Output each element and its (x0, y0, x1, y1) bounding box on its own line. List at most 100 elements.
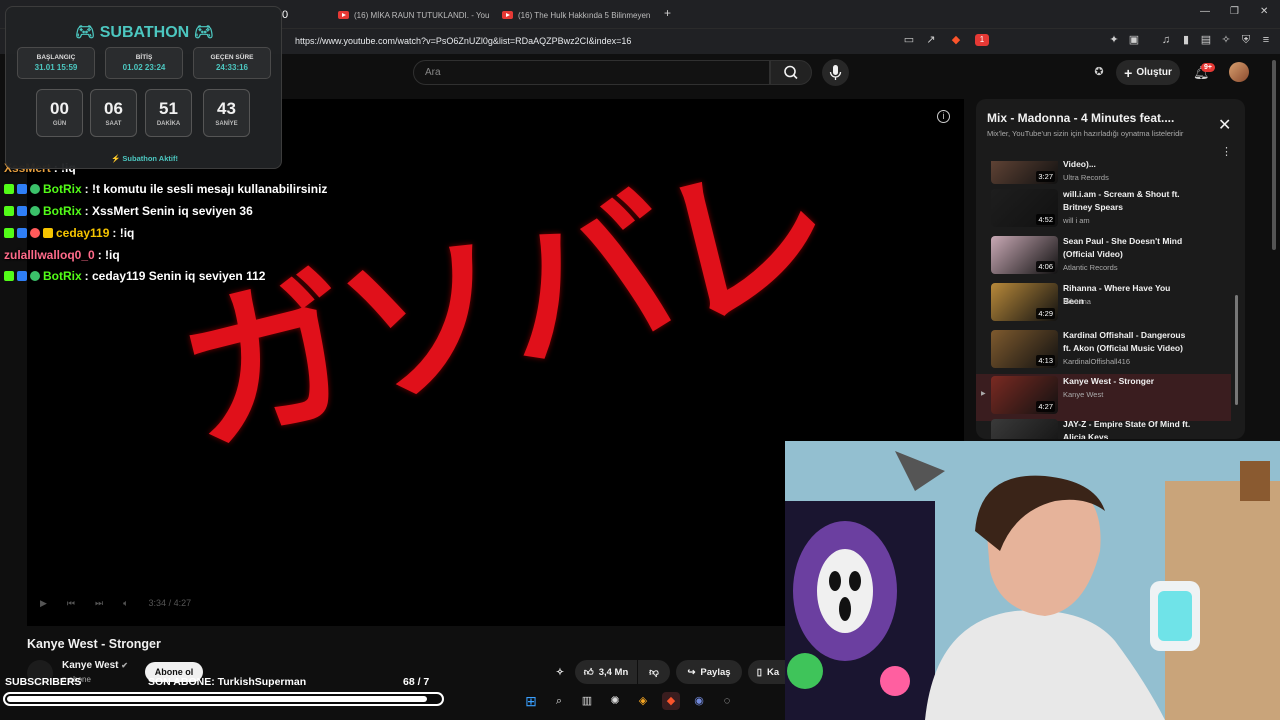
chat-username[interactable]: BotRix (43, 204, 82, 218)
previous-icon[interactable]: ⏮ (67, 598, 75, 609)
create-label: Oluştur (1136, 67, 1172, 78)
chat-text: : XssMert Senin iq seviyen 36 (84, 204, 253, 218)
video-thumbnail: 4:13 (991, 330, 1058, 368)
chat-text: : !iq (112, 226, 135, 240)
chat-username[interactable]: BotRix (43, 182, 82, 196)
sidebar-icon[interactable]: ▮ (1180, 34, 1192, 46)
like-count: 3,4 Mn (598, 666, 629, 678)
next-icon[interactable]: ⏭ (95, 598, 103, 609)
search-input[interactable]: Ara (413, 60, 770, 85)
chat-username[interactable]: ceday119 (56, 226, 109, 240)
capture-icon[interactable]: ▣ (1128, 34, 1140, 46)
avatar[interactable] (1229, 62, 1249, 82)
tool-badge-icon (17, 228, 27, 238)
file-explorer-icon[interactable]: ▥ (578, 692, 596, 710)
volume-icon[interactable]: 🔈︎ (123, 598, 128, 609)
channel-name-text: Kanye West (62, 660, 119, 671)
wallet-icon[interactable]: ▤ (1200, 34, 1212, 46)
brave-icon[interactable]: ◆ (662, 692, 680, 710)
like-button[interactable]: 👍︎ 3,4 Mn (575, 660, 637, 684)
app-icon[interactable]: ◈ (634, 692, 652, 710)
chat-message: BotRix: ceday119 Senin iq seviyen 112 (4, 267, 265, 285)
last-subscriber: SON ABONE: TurkishSuperman (148, 676, 307, 688)
chat-message: BotRix: XssMert Senin iq seviyen 36 (4, 202, 253, 220)
playlist-scrollbar[interactable] (1235, 295, 1238, 405)
vpn-icon[interactable]: ⛨ (1240, 34, 1252, 46)
playlist-item[interactable]: 4:13 Kardinal Offishall - Dangerous ft. A… (976, 328, 1231, 375)
playlist-item[interactable]: JAY-Z - Empire State Of Mind ft. Alicia … (976, 417, 1231, 439)
tab-mika-raun[interactable]: (16) MİKA RAUN TUTUKLANDI. - You (338, 4, 493, 26)
playlist-item-channel: Kanye West (1063, 390, 1104, 399)
verified-badge-icon (30, 271, 40, 281)
countdown-unit: GÜN (52, 121, 67, 127)
start-label: BAŞLANGIÇ (36, 54, 76, 61)
subscribers-label: SUBSCRIBERS (5, 676, 82, 688)
playlist-item-channel: Atlantic Records (1063, 263, 1118, 272)
kick-badge-icon (4, 184, 14, 194)
bookmark-icon: ▯ (756, 666, 763, 678)
sparkle-icon[interactable]: ✧ (551, 660, 569, 684)
share-icon[interactable]: ↗ (925, 34, 937, 46)
playlist-item[interactable]: 4:52 will.i.am - Scream & Shout ft. Britn… (976, 187, 1231, 234)
chat-username[interactable]: BotRix (43, 269, 82, 283)
countdown-number: 51 (159, 99, 178, 118)
save-label: Ka (767, 666, 780, 678)
clock-app-icon[interactable]: ◌ (718, 692, 736, 710)
more-options-icon[interactable]: ⋮ (1221, 145, 1232, 158)
dislike-button[interactable]: 👎︎ (638, 660, 670, 684)
playlist-item-title: will.i.am - Scream & Shout ft. Britney S… (1063, 189, 1180, 212)
verified-icon: ✔ (121, 661, 128, 670)
voice-search-button[interactable] (822, 59, 849, 86)
search-icon[interactable]: ⌕ (550, 692, 568, 710)
countdown-number: 00 (50, 99, 69, 118)
page-scrollbar[interactable] (1272, 60, 1276, 250)
playlist-item-channel: Ultra Records (1063, 173, 1109, 182)
search-icon (784, 65, 798, 80)
ai-icon[interactable]: ✧ (1220, 34, 1232, 46)
menu-icon[interactable]: ≡ (1260, 34, 1272, 46)
playlist-item[interactable]: ▶ 4:27 Kanye West - Stronger Kanye West (976, 374, 1231, 421)
tab-hulk[interactable]: (16) The Hulk Hakkında 5 Bilinmeyen (502, 4, 657, 26)
countdown-number: 06 (104, 99, 123, 118)
create-button[interactable]: + Oluştur (1116, 60, 1180, 85)
tab-label: (16) MİKA RAUN TUTUKLANDI. - You (354, 10, 490, 20)
maximize-icon[interactable]: ❐ (1230, 6, 1239, 17)
subathon-title-text: SUBATHON (99, 24, 190, 41)
extensions-icon[interactable]: ✦ (1108, 34, 1120, 46)
chat-username[interactable]: zulalllwalloq0_0 (4, 248, 95, 262)
url-field[interactable]: https://www.youtube.com/watch?v=PsO6ZnUZ… (295, 36, 631, 46)
playlist-item[interactable]: 4:06 Sean Paul - She Doesn't Mind (Offici… (976, 234, 1231, 281)
youtube-icon (338, 11, 349, 19)
chatgpt-icon[interactable]: ✺ (606, 692, 624, 710)
kick-badge-icon (4, 228, 14, 238)
video-thumbnail: 4:27 (991, 376, 1058, 414)
channel-name[interactable]: Kanye West ✔ (62, 660, 128, 671)
screen-icon[interactable]: ▭ (903, 34, 915, 46)
share-label: Paylaş (700, 666, 731, 678)
minimize-icon[interactable]: — (1200, 6, 1210, 17)
save-button[interactable]: ▯ Ka (748, 660, 788, 684)
rewards-badge[interactable]: 1 (975, 34, 989, 46)
brave-shield-icon[interactable]: ◆ (950, 34, 962, 46)
playlist-item[interactable]: 4:29 Rihanna - Where Have You Been Rihanna (976, 281, 1231, 328)
playlist-title[interactable]: Mix - Madonna - 4 Minutes feat.... (987, 111, 1174, 125)
music-icon[interactable]: ♫ (1160, 34, 1172, 46)
new-tab-button[interactable]: + (664, 6, 671, 20)
tab-current[interactable]: 0 (282, 4, 322, 26)
duration-badge: 4:52 (1036, 214, 1055, 225)
close-icon[interactable]: ✕ (1218, 115, 1231, 135)
info-icon[interactable]: i (937, 110, 950, 123)
windows-start-icon[interactable]: ⊞ (522, 692, 540, 710)
countdown-minutes: 51 DAKİKA (145, 89, 192, 137)
close-window-icon[interactable]: ✕ (1260, 6, 1268, 17)
play-icon[interactable]: ▶ (40, 598, 47, 609)
playlist-item-title: Guru Josh Project (Official Video)... (1063, 161, 1096, 169)
cast-icon[interactable]: ✪ (1093, 66, 1105, 78)
thumbs-up-icon: 👍︎ (583, 667, 594, 678)
playlist-item-title: Sean Paul - She Doesn't Mind (Official V… (1063, 236, 1183, 259)
discord-icon[interactable]: ◉ (690, 692, 708, 710)
share-button[interactable]: ↪ Paylaş (676, 660, 742, 684)
search-button[interactable] (770, 60, 812, 85)
player-controls: ▶ ⏮ ⏭ 🔈︎ 3:34 / 4:27 (40, 598, 191, 609)
subathon-status: ⚡ Subathon Aktif! (111, 154, 178, 163)
